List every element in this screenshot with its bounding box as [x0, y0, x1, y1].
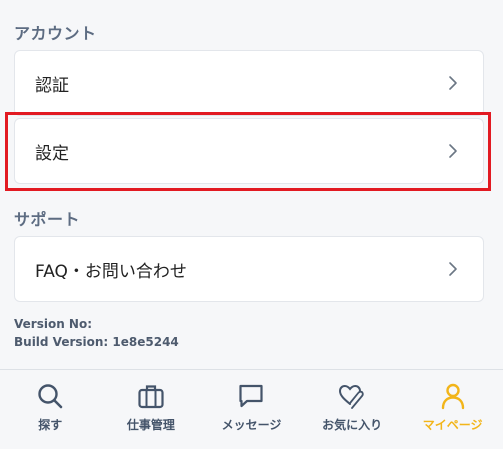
tab-messages-label: メッセージ — [221, 418, 282, 432]
support-item-faq-label: FAQ・お問い合わせ — [35, 261, 187, 282]
support-section-title: サポート — [14, 210, 81, 229]
tab-work-management-label: 仕事管理 — [126, 418, 175, 432]
bottom-tab-bar: 探す 仕事管理 メッセージ お気に入り マイページ — [0, 369, 503, 449]
search-icon — [38, 384, 63, 409]
tab-search-label: 探す — [38, 418, 63, 432]
heart-clip-icon — [339, 384, 364, 409]
account-item-settings[interactable]: 設定 — [14, 118, 484, 184]
account-item-auth[interactable]: 認証 — [14, 50, 484, 116]
chevron-right-icon — [447, 75, 459, 91]
person-icon — [441, 383, 464, 410]
account-section-title: アカウント — [14, 24, 97, 43]
briefcase-icon — [138, 385, 164, 409]
tab-favorites[interactable]: お気に入り — [302, 370, 403, 449]
tab-mypage[interactable]: マイページ — [402, 370, 503, 449]
chevron-right-icon — [447, 143, 459, 159]
tab-search[interactable]: 探す — [0, 370, 101, 449]
account-item-settings-label: 設定 — [35, 143, 69, 164]
account-item-auth-label: 認証 — [35, 75, 69, 96]
version-no: Version No: — [14, 317, 92, 331]
chevron-right-icon — [447, 261, 459, 277]
support-item-faq[interactable]: FAQ・お問い合わせ — [14, 236, 484, 302]
tab-favorites-label: お気に入り — [322, 418, 383, 432]
tab-messages[interactable]: メッセージ — [201, 370, 302, 449]
chat-icon — [239, 384, 264, 408]
tab-mypage-label: マイページ — [422, 418, 483, 432]
tab-work-management[interactable]: 仕事管理 — [101, 370, 202, 449]
build-version: Build Version: 1e8e5244 — [14, 335, 179, 349]
